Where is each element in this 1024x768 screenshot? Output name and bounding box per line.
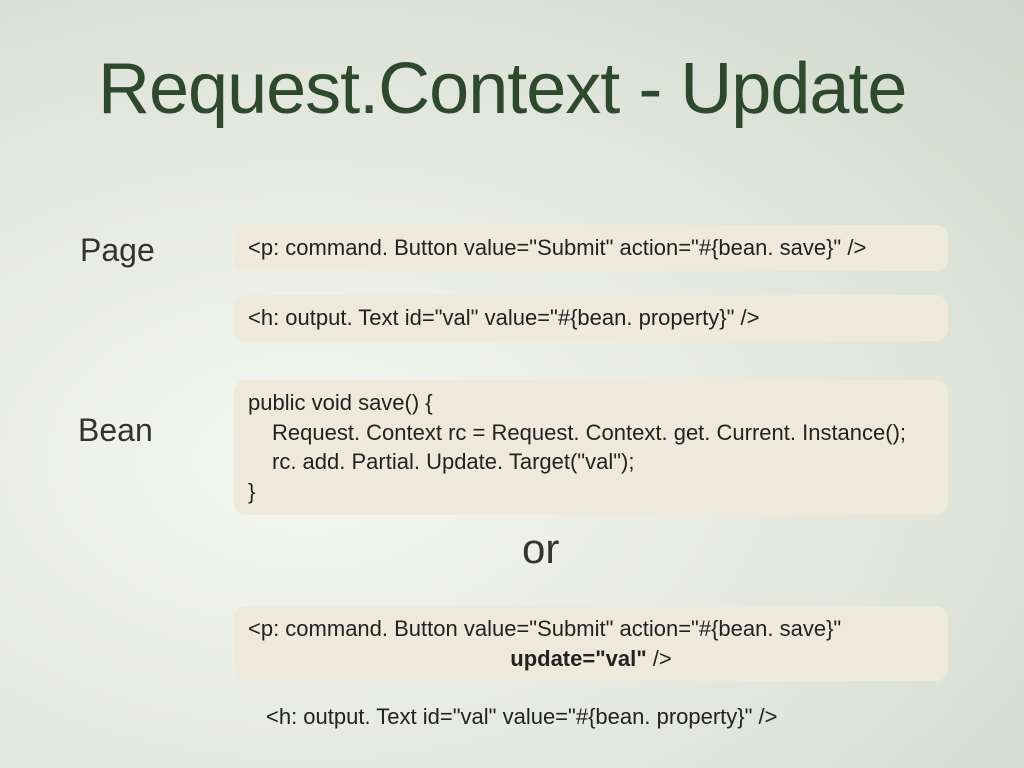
bean-code-line1: public void save() { — [248, 388, 934, 418]
page-code-2: <h: output. Text id="val" value="#{bean.… — [234, 295, 948, 341]
bean-code: public void save() { Request. Context rc… — [234, 380, 948, 515]
bean-code-line4: } — [248, 477, 934, 507]
bean-code-line3: rc. add. Partial. Update. Target("val"); — [272, 447, 934, 477]
bean-label: Bean — [78, 412, 153, 449]
bean-code-line2: Request. Context rc = Request. Context. … — [272, 418, 934, 448]
slide-title: Request.Context - Update — [98, 48, 906, 130]
page-label: Page — [80, 232, 155, 269]
alt-code-bold: update="val" — [510, 646, 646, 671]
alt-code-line2: update="val" /> — [248, 644, 934, 674]
alt-code-line1: <p: command. Button value="Submit" actio… — [248, 614, 934, 644]
or-label: or — [522, 525, 559, 573]
alt-code-tail: /> — [647, 646, 672, 671]
alt-code: <p: command. Button value="Submit" actio… — [234, 606, 948, 681]
alt-output-code: <h: output. Text id="val" value="#{bean.… — [252, 694, 948, 740]
page-code-1: <p: command. Button value="Submit" actio… — [234, 225, 948, 271]
